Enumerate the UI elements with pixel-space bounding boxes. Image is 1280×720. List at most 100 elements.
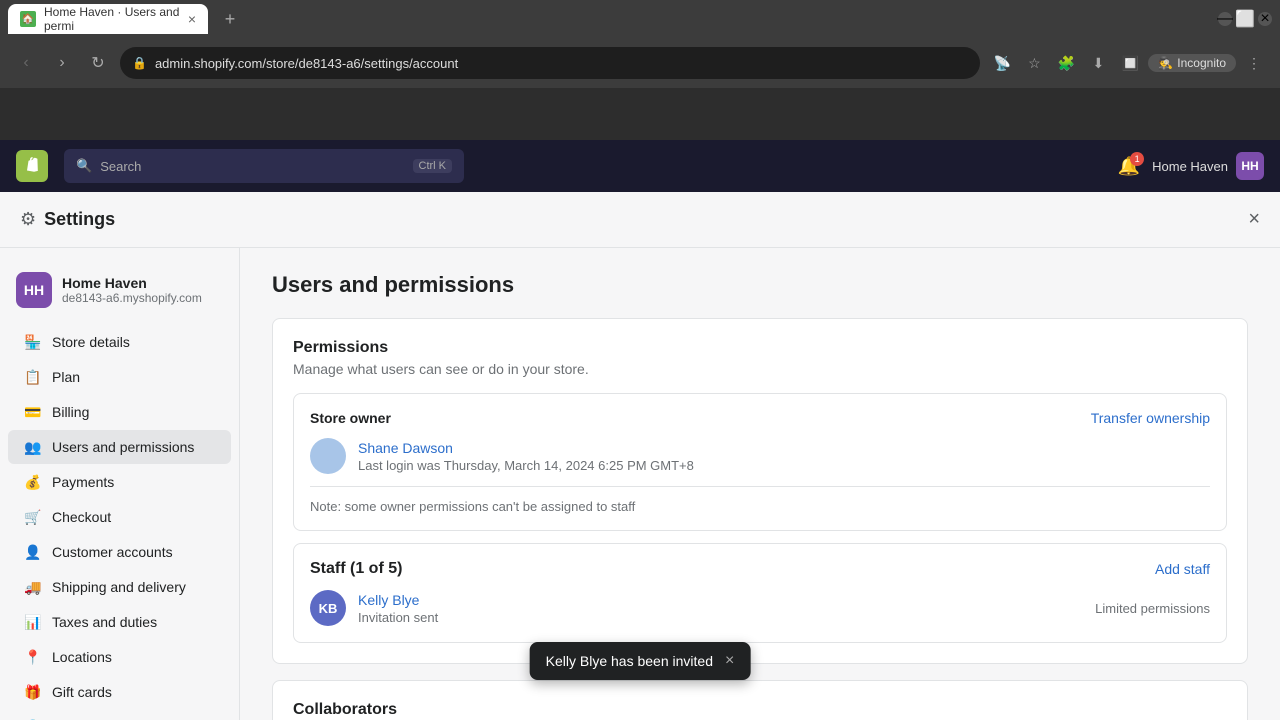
sidebar-item-payments[interactable]: 💰 Payments [8,465,231,499]
browser-actions: 📡 ☆ 🧩 ⬇ 🔲 🕵 Incognito ⋮ [988,49,1268,77]
forward-button[interactable]: › [48,49,76,77]
sidebar-item-taxes[interactable]: 📊 Taxes and duties [8,605,231,639]
cast-icon[interactable]: 📡 [988,49,1016,77]
toast-close-button[interactable]: × [725,652,734,670]
store-initials-nav: HH [1241,159,1258,173]
locations-icon: 📍 [24,648,42,666]
nav-right: 🔔 1 Home Haven HH [1118,152,1264,180]
transfer-ownership-link[interactable]: Transfer ownership [1091,410,1210,426]
more-options-icon[interactable]: ⋮ [1240,49,1268,77]
extensions-icon[interactable]: 🧩 [1052,49,1080,77]
owner-login-time: Last login was Thursday, March 14, 2024 … [358,458,694,473]
back-button[interactable]: ‹ [12,49,40,77]
sidebar-item-label: Taxes and duties [52,614,157,630]
toast-message: Kelly Blye has been invited [546,653,713,669]
download-icon[interactable]: ⬇ [1084,49,1112,77]
permissions-desc: Manage what users can see or do in your … [293,361,1227,377]
owner-info-row: Shane Dawson Last login was Thursday, Ma… [310,438,1210,474]
sidebar-item-label: Shipping and delivery [52,579,186,595]
permissions-section: Permissions Manage what users can see or… [273,319,1247,663]
settings-header: ⚙ Settings × [0,192,1280,248]
browser-chrome: 🏠 Home Haven · Users and permi × + — ⬜ ×… [0,0,1280,140]
settings-close-button[interactable]: × [1248,208,1260,231]
search-shortcut: Ctrl K [413,159,453,173]
plan-icon: 📋 [24,368,42,386]
bookmark-icon[interactable]: ☆ [1020,49,1048,77]
search-icon: 🔍 [76,158,92,174]
sidebar-store-name: Home Haven [62,275,202,291]
collaborators-section: Collaborators Give external designers, d… [273,681,1247,720]
page-title: Users and permissions [272,272,1248,298]
browser-tab[interactable]: 🏠 Home Haven · Users and permi × [8,4,208,34]
staff-header: Staff (1 of 5) Add staff [310,560,1210,578]
staff-row: KB Kelly Blye Invitation sent Limited pe… [310,590,1210,626]
address-bar[interactable]: 🔒 admin.shopify.com/store/de8143-a6/sett… [120,47,980,79]
collaborators-title: Collaborators [293,701,1227,719]
collaborators-card: Collaborators Give external designers, d… [272,680,1248,720]
staff-name[interactable]: Kelly Blye [358,592,438,608]
sidebar-item-billing[interactable]: 💳 Billing [8,395,231,429]
sidebar-item-markets[interactable]: 🌍 Markets [8,710,231,720]
sidebar-item-label: Billing [52,404,89,420]
maximize-button[interactable]: ⬜ [1238,12,1252,26]
close-window-button[interactable]: × [1258,12,1272,26]
shopify-logo [16,150,48,182]
sidebar-item-label: Gift cards [52,684,112,700]
notification-button[interactable]: 🔔 1 [1118,156,1140,177]
permissions-note: Note: some owner permissions can't be as… [310,486,1210,514]
store-owner-title: Store owner [310,410,391,426]
add-staff-button[interactable]: Add staff [1155,561,1210,577]
shopify-logo-icon [16,150,48,182]
settings-window: 🔍 Search Ctrl K 🔔 1 Home Haven HH ⚙ Sett… [0,140,1280,720]
settings-gear-icon: ⚙ [20,209,36,230]
sidebar-item-label: Customer accounts [52,544,173,560]
sidebar-item-store-details[interactable]: 🏪 Store details [8,325,231,359]
sidebar-item-customer-accounts[interactable]: 👤 Customer accounts [8,535,231,569]
tab-close-button[interactable]: × [188,11,196,27]
lock-icon: 🔒 [132,56,147,70]
sidebar-item-gift-cards[interactable]: 🎁 Gift cards [8,675,231,709]
browser-toolbar: ‹ › ↻ 🔒 admin.shopify.com/store/de8143-a… [0,38,1280,88]
sidebar-item-label: Plan [52,369,80,385]
address-text: admin.shopify.com/store/de8143-a6/settin… [155,56,458,71]
taxes-icon: 📊 [24,613,42,631]
toast-notification: Kelly Blye has been invited × [530,642,751,680]
main-content: Users and permissions Permissions Manage… [240,248,1280,720]
sidebar-item-label: Payments [52,474,114,490]
sidebar-store-avatar: HH [16,272,52,308]
sidebar-item-label: Store details [52,334,130,350]
store-details-icon: 🏪 [24,333,42,351]
users-icon: 👥 [24,438,42,456]
gift-cards-icon: 🎁 [24,683,42,701]
sidebar-store-initials: HH [24,282,44,298]
customer-accounts-icon: 👤 [24,543,42,561]
owner-left: Shane Dawson Last login was Thursday, Ma… [310,438,694,474]
staff-card: Staff (1 of 5) Add staff KB Kelly Blye I [293,543,1227,643]
sidebar-item-plan[interactable]: 📋 Plan [8,360,231,394]
sidebar-item-users[interactable]: 👥 Users and permissions [8,430,231,464]
store-menu-button[interactable]: Home Haven HH [1152,152,1264,180]
store-details-block: Home Haven de8143-a6.myshopify.com [62,275,202,305]
tab-search-icon[interactable]: 🔲 [1116,49,1144,77]
owner-details: Shane Dawson Last login was Thursday, Ma… [358,440,694,473]
sidebar-item-label: Users and permissions [52,439,194,455]
refresh-button[interactable]: ↻ [84,49,112,77]
search-bar[interactable]: 🔍 Search Ctrl K [64,149,464,183]
owner-name[interactable]: Shane Dawson [358,440,694,456]
sidebar: HH Home Haven de8143-a6.myshopify.com 🏪 … [0,248,240,720]
sidebar-item-checkout[interactable]: 🛒 Checkout [8,500,231,534]
staff-initials: KB [319,601,338,616]
billing-icon: 💳 [24,403,42,421]
search-placeholder: Search [100,159,141,174]
sidebar-item-locations[interactable]: 📍 Locations [8,640,231,674]
store-owner-card: Store owner Transfer ownership [293,393,1227,531]
sidebar-item-shipping[interactable]: 🚚 Shipping and delivery [8,570,231,604]
payments-icon: 💰 [24,473,42,491]
new-tab-button[interactable]: + [216,5,244,33]
browser-tab-icon: 🏠 [20,11,36,27]
store-info: HH Home Haven de8143-a6.myshopify.com [0,264,239,324]
staff-permissions-label: Limited permissions [1095,601,1210,616]
minimize-button[interactable]: — [1218,12,1232,26]
browser-titlebar: 🏠 Home Haven · Users and permi × + — ⬜ × [0,0,1280,38]
incognito-button[interactable]: 🕵 Incognito [1148,54,1236,72]
